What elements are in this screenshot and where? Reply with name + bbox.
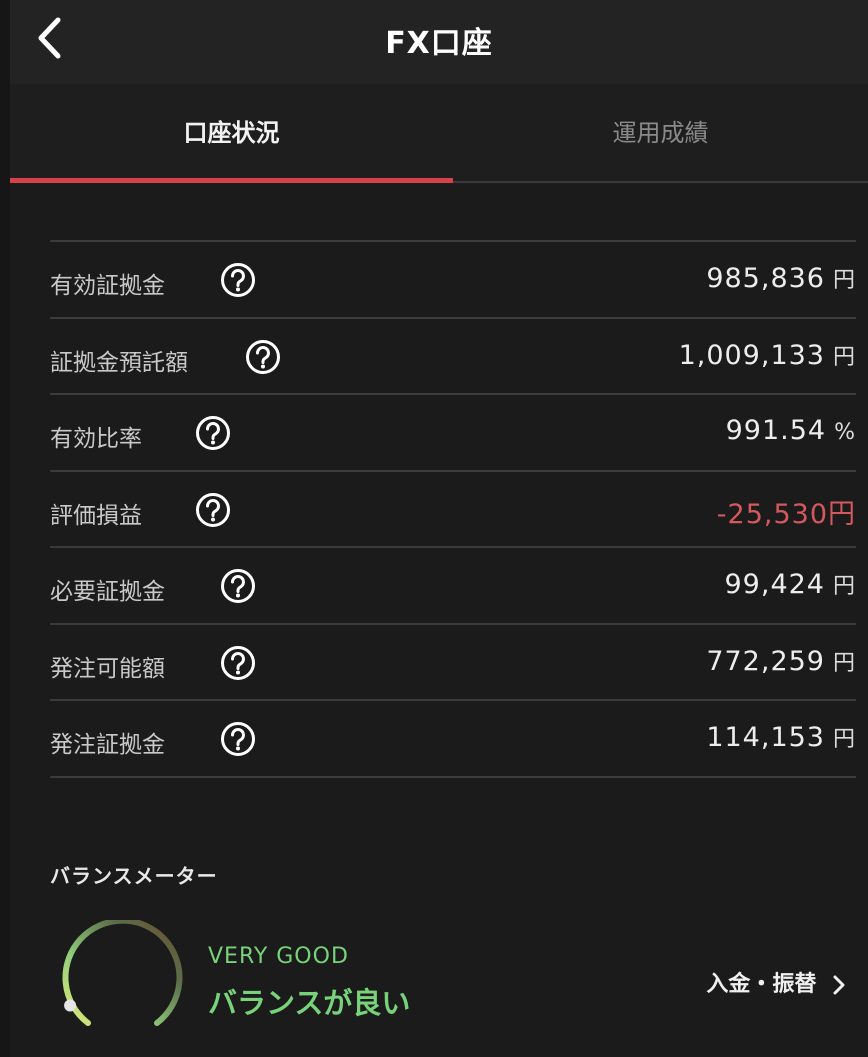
account-status-list: 有効証拠金 985,836 円 証拠金預託額 1,009,133 円 有効比率 99… xyxy=(50,240,856,778)
account-row: 有効比率 991.54% xyxy=(50,395,856,472)
value-unit: 円 xyxy=(832,574,856,599)
row-value: 99,424 円 xyxy=(725,568,857,600)
row-label: 有効比率 xyxy=(50,426,142,452)
balance-grade: VERY GOOD xyxy=(208,944,349,969)
deposit-transfer-label: 入金・振替 xyxy=(706,972,817,997)
row-value: 991.54% xyxy=(726,415,856,446)
chevron-right-icon xyxy=(833,975,845,995)
row-label: 評価損益 xyxy=(50,502,142,529)
value-unit: 円 xyxy=(832,727,856,752)
account-row: 発注可能額 772,259 円 xyxy=(50,625,856,701)
help-question-icon[interactable] xyxy=(195,492,231,528)
balance-status-text: バランスが良い xyxy=(208,986,411,1020)
gauge-indicator xyxy=(64,999,77,1012)
value-unit: 円 xyxy=(832,344,856,370)
row-label: 発注証拠金 xyxy=(50,732,165,758)
row-label: 有効証拠金 xyxy=(50,273,165,299)
value-number: 99,424 xyxy=(724,569,825,600)
page-title: FX口座 xyxy=(385,26,493,61)
balance-gauge xyxy=(54,917,189,1035)
deposit-transfer-link[interactable]: 入金・振替 xyxy=(706,966,846,998)
row-value: 1,009,133 円 xyxy=(679,339,856,371)
account-row: 証拠金預託額 1,009,133 円 xyxy=(50,319,856,395)
value-unit: % xyxy=(834,420,856,445)
help-question-icon[interactable] xyxy=(195,415,231,451)
tab-performance[interactable]: 運用成績 xyxy=(453,84,868,184)
row-value: 772,259 円 xyxy=(706,645,856,677)
tab-bar: 口座状況 運用成績 xyxy=(10,84,868,184)
row-label: 発注可能額 xyxy=(50,655,165,682)
row-value: -25,530円 xyxy=(717,492,856,531)
help-question-icon[interactable] xyxy=(245,339,281,375)
help-question-icon[interactable] xyxy=(220,645,256,681)
value-number: 1,009,133 xyxy=(678,339,825,371)
value-number: 985,836 xyxy=(706,263,825,294)
row-value: 114,153 円 xyxy=(706,721,856,753)
row-label: 必要証拠金 xyxy=(50,579,165,605)
account-row: 有効証拠金 985,836 円 xyxy=(50,242,856,319)
screen-edge xyxy=(0,0,10,1057)
value-unit: 円 xyxy=(832,268,856,293)
value-number: 991.54 xyxy=(725,415,827,446)
row-label: 証拠金預託額 xyxy=(50,349,188,376)
value-number: -25,530 xyxy=(716,498,828,530)
help-question-icon[interactable] xyxy=(220,721,256,757)
help-question-icon[interactable] xyxy=(220,568,256,604)
account-row: 評価損益 -25,530円 xyxy=(50,472,856,548)
tab-account-status[interactable]: 口座状況 xyxy=(10,84,453,184)
account-row: 発注証拠金 114,153 円 xyxy=(50,701,856,778)
value-unit: 円 xyxy=(828,498,856,530)
balance-meter-title: バランスメーター xyxy=(50,864,218,888)
help-question-icon[interactable] xyxy=(220,262,256,298)
tab-divider xyxy=(453,181,868,183)
value-number: 772,259 xyxy=(706,645,825,677)
value-number: 114,153 xyxy=(706,722,825,753)
row-value: 985,836 円 xyxy=(706,262,856,294)
value-unit: 円 xyxy=(832,650,856,676)
account-row: 必要証拠金 99,424 円 xyxy=(50,548,856,625)
active-tab-indicator xyxy=(10,178,453,183)
